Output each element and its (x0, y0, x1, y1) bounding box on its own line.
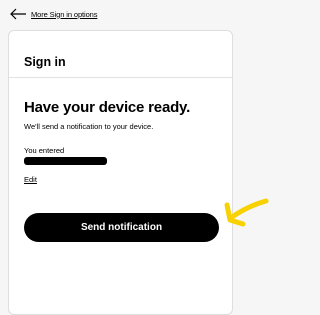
arrow-left-icon[interactable] (9, 8, 27, 20)
top-nav: More Sign in options (9, 6, 97, 22)
redacted-entered-value (24, 157, 107, 165)
edit-link[interactable]: Edit (24, 175, 37, 184)
you-entered-label: You entered (24, 146, 65, 155)
card-title: Sign in (24, 55, 66, 69)
page-heading: Have your device ready. (24, 99, 191, 116)
more-sign-in-options-link[interactable]: More Sign in options (31, 10, 97, 19)
sign-in-card: Sign in Have your device ready. We'll se… (8, 30, 233, 315)
divider (9, 77, 232, 78)
send-notification-button[interactable]: Send notification (24, 213, 219, 242)
annotation-arrow-icon (224, 198, 269, 227)
notification-description: We'll send a notification to your device… (24, 122, 154, 131)
